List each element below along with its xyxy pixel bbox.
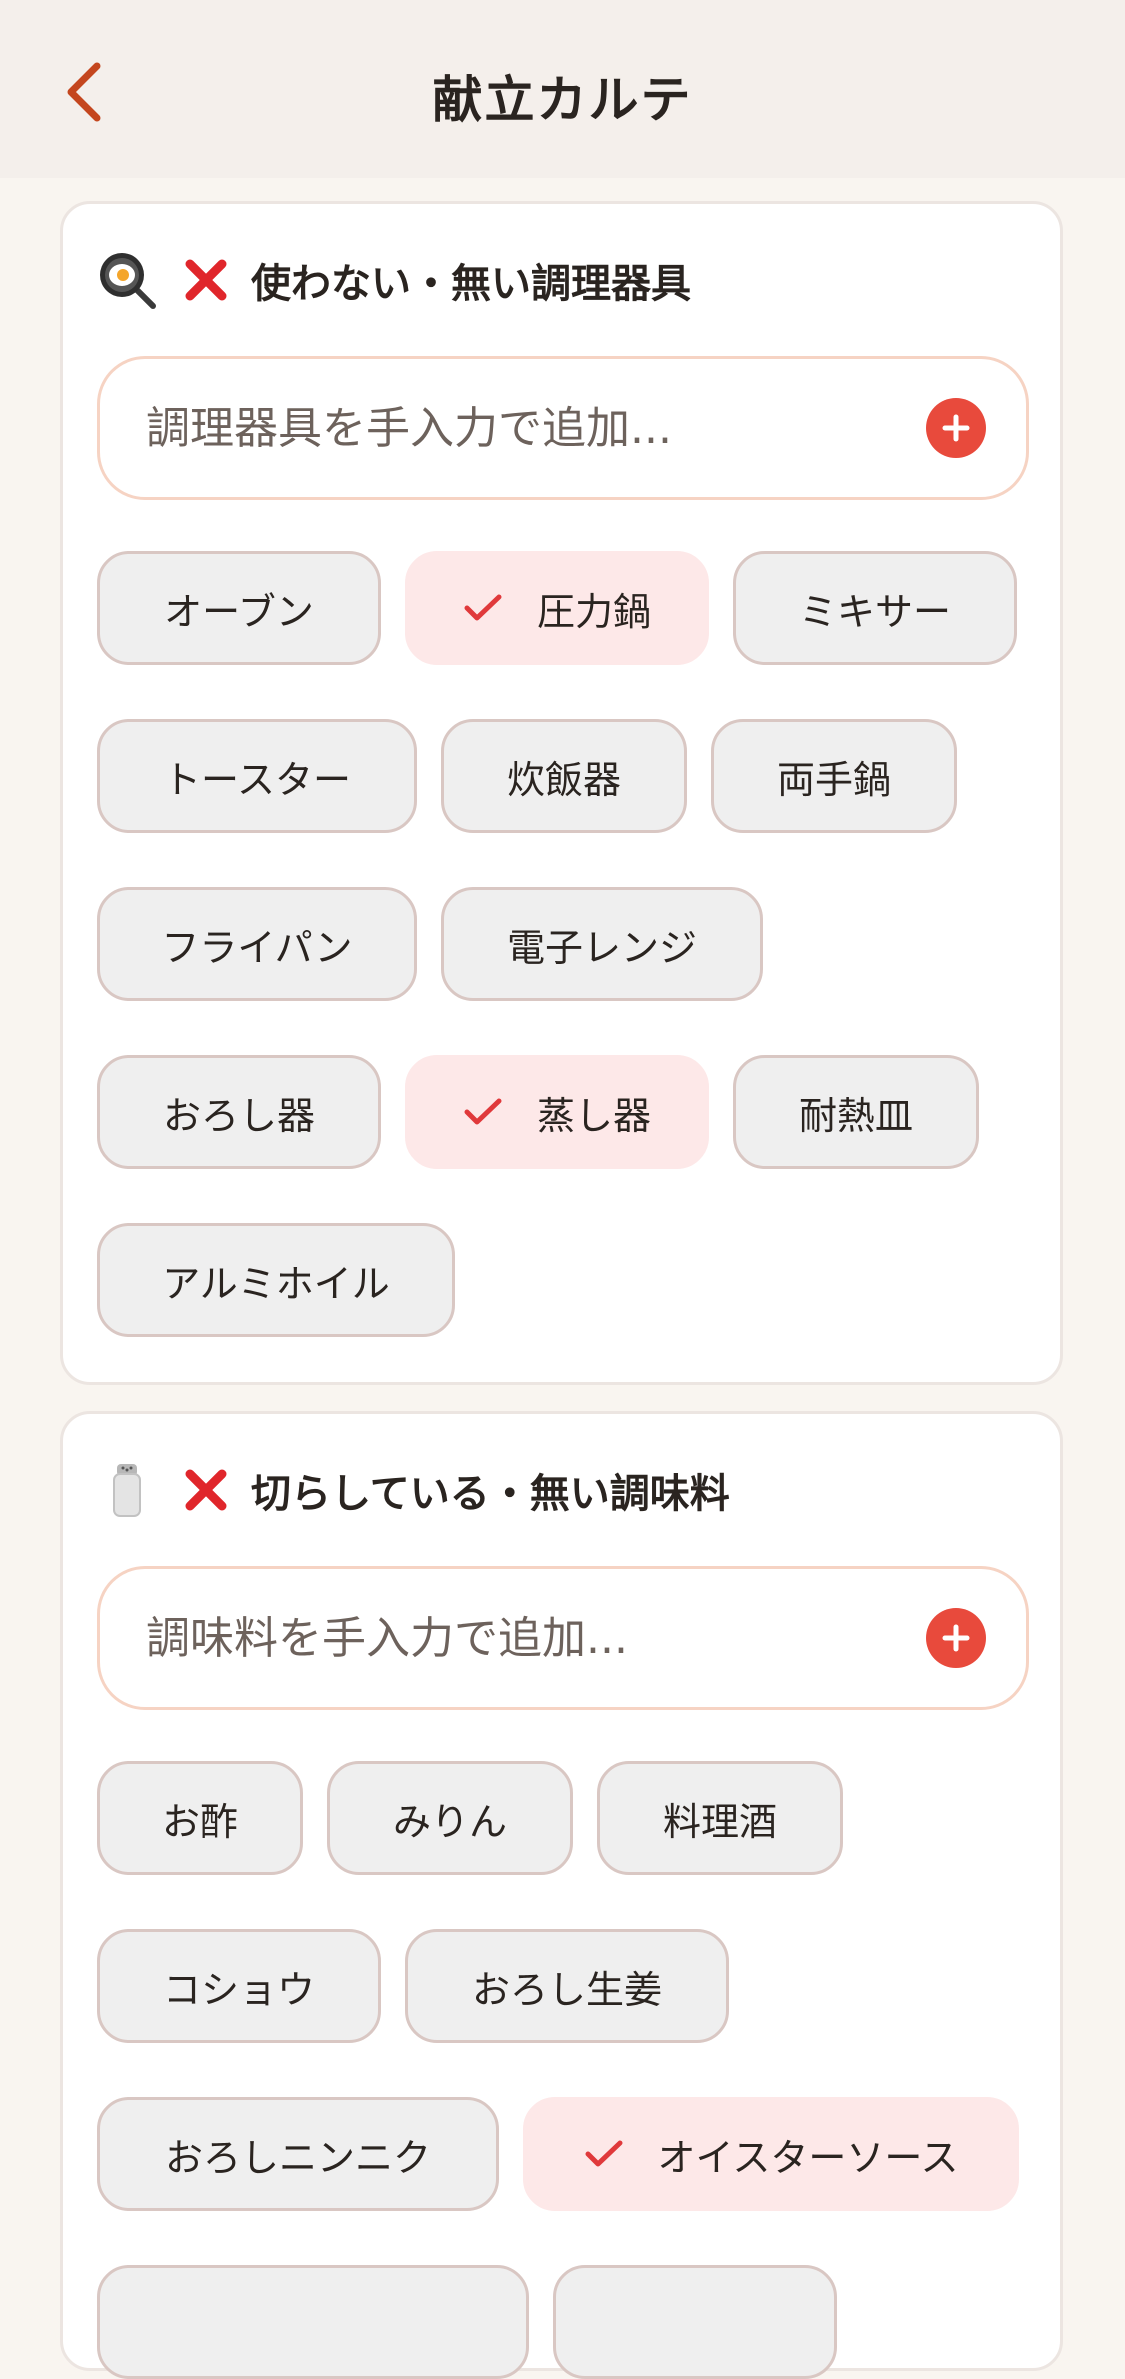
chip-label: おろし器 — [162, 1093, 315, 1138]
chip-steamer[interactable]: 蒸し器 — [405, 1055, 709, 1169]
add-tool-button[interactable] — [926, 398, 986, 458]
chip-pepper[interactable]: コショウ — [97, 1929, 381, 2043]
chip-grated-garlic[interactable]: おろしニンニク — [97, 2097, 499, 2211]
tool-input-container — [97, 356, 1029, 500]
seasonings-card: 切らしている・無い調味料 お酢 みりん 料理酒 コショウ おろし生姜 おろしニン… — [60, 1411, 1063, 2379]
chip-frying-pan[interactable]: フライパン — [97, 887, 417, 1001]
chip-label: 炊飯器 — [506, 757, 621, 802]
chip-microwave[interactable]: 電子レンジ — [441, 887, 763, 1001]
cross-mark-icon — [181, 255, 231, 305]
section-header: 切らしている・無い調味料 — [97, 1450, 730, 1530]
tool-input[interactable] — [100, 359, 926, 497]
chip-label: アルミホイル — [162, 1261, 390, 1306]
chip-label: オイスターソース — [657, 2135, 959, 2180]
chip-vinegar[interactable]: お酢 — [97, 1761, 303, 1875]
salt-shaker-icon — [97, 1460, 157, 1520]
chip-label: フライパン — [161, 925, 353, 970]
frying-pan-egg-icon — [97, 250, 157, 310]
chip-rice-cooker[interactable]: 炊飯器 — [441, 719, 687, 833]
chip-oyster-sauce[interactable]: オイスターソース — [523, 2097, 1019, 2211]
check-icon — [463, 1092, 503, 1132]
add-seasoning-button[interactable] — [926, 1608, 986, 1668]
seasoning-input[interactable] — [100, 1569, 926, 1707]
chip-mirin[interactable]: みりん — [327, 1761, 573, 1875]
cross-mark-icon — [181, 1465, 231, 1515]
page-title: 献立カルテ — [432, 71, 693, 129]
chip-aluminum-foil[interactable]: アルミホイル — [97, 1223, 455, 1337]
chip-label: おろし生姜 — [471, 1967, 662, 2012]
chip-grater[interactable]: おろし器 — [97, 1055, 381, 1169]
section-title: 切らしている・無い調味料 — [251, 1471, 730, 1517]
chip-partial[interactable] — [553, 2265, 837, 2379]
chip-heatproof-dish[interactable]: 耐熱皿 — [733, 1055, 979, 1169]
chip-label: おろしニンニク — [164, 2135, 431, 2180]
chip-cooking-sake[interactable]: 料理酒 — [597, 1761, 843, 1875]
chip-label: オーブン — [164, 589, 314, 634]
plus-icon — [942, 414, 970, 442]
chip-label: みりん — [392, 1799, 507, 1844]
section-header: 使わない・無い調理器具 — [97, 240, 691, 320]
chip-pressure-cooker[interactable]: 圧力鍋 — [405, 551, 709, 665]
chip-label: 電子レンジ — [506, 925, 697, 970]
check-icon — [584, 2134, 624, 2174]
chip-label: 両手鍋 — [776, 757, 891, 802]
chip-toaster[interactable]: トースター — [97, 719, 417, 833]
chip-label: 圧力鍋 — [536, 589, 651, 634]
chip-label: トースター — [162, 757, 352, 802]
chip-label: 料理酒 — [662, 1799, 777, 1844]
check-icon — [463, 588, 503, 628]
chip-label: 耐熱皿 — [798, 1093, 913, 1138]
chip-partial[interactable] — [97, 2265, 529, 2379]
cooking-tools-card: 使わない・無い調理器具 オーブン 圧力鍋 ミキサー トースター 炊飯器 両手鍋 … — [60, 201, 1063, 1385]
chip-double-handled-pot[interactable]: 両手鍋 — [711, 719, 957, 833]
chip-grated-ginger[interactable]: おろし生姜 — [405, 1929, 729, 2043]
chip-label: お酢 — [161, 1799, 238, 1844]
header-bar: 献立カルテ — [0, 0, 1125, 178]
chip-label: 蒸し器 — [536, 1093, 651, 1138]
section-title: 使わない・無い調理器具 — [251, 261, 691, 307]
chip-label: コショウ — [162, 1967, 315, 2012]
chip-oven[interactable]: オーブン — [97, 551, 381, 665]
seasoning-input-container — [97, 1566, 1029, 1710]
plus-icon — [942, 1624, 970, 1652]
chip-label: ミキサー — [798, 589, 951, 634]
chip-mixer[interactable]: ミキサー — [733, 551, 1017, 665]
